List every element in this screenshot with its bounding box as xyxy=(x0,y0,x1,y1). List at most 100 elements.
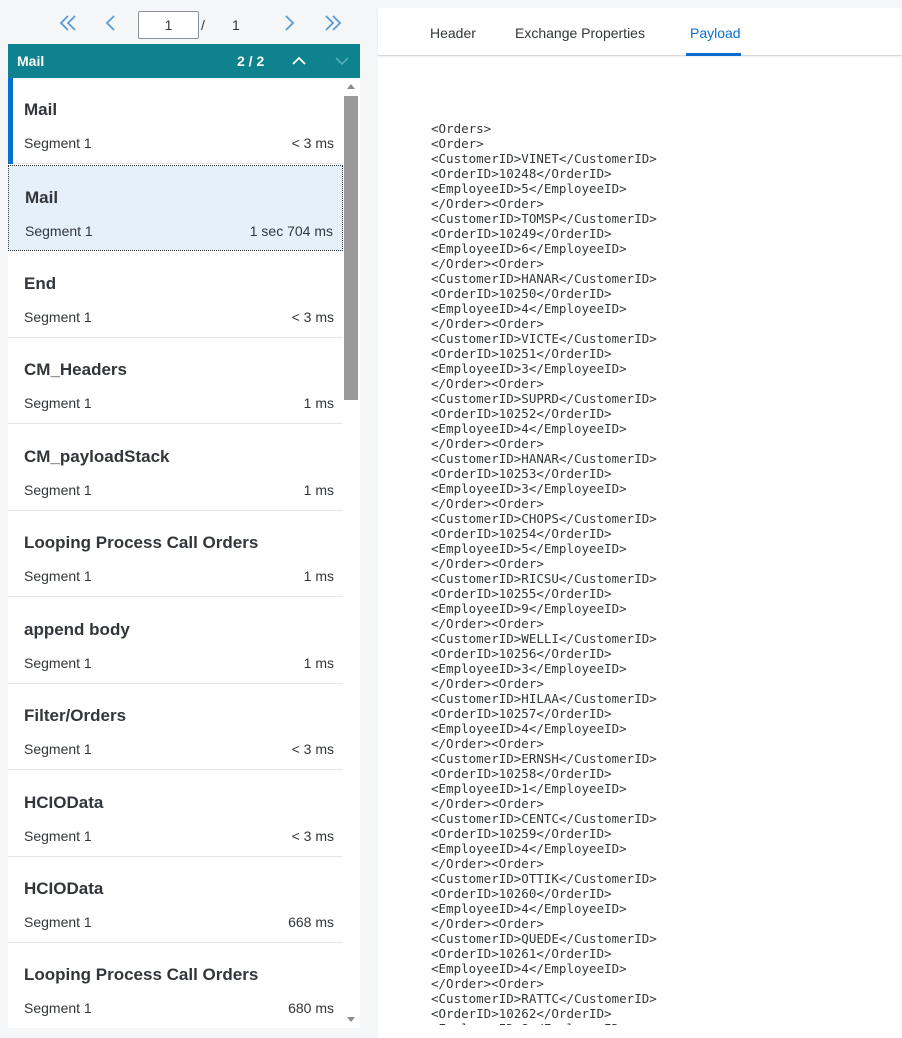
step-duration: < 3 ms xyxy=(291,828,334,844)
payload-line: <OrderID>10251</OrderID> xyxy=(431,346,612,361)
payload-line: <OrderID>10252</OrderID> xyxy=(431,406,612,421)
page-number-input[interactable] xyxy=(138,11,199,39)
payload-line: <EmployeeID>4</EmployeeID> xyxy=(431,961,627,976)
step-title: append body xyxy=(24,620,130,639)
list-item[interactable]: HCIOData Segment 1 < 3 ms xyxy=(8,771,343,857)
list-scrollbar[interactable] xyxy=(343,78,360,1028)
payload-line: <Orders> xyxy=(431,121,492,136)
payload-line: <EmployeeID>4</EmployeeID> xyxy=(431,841,627,856)
payload-line: </Order><Order> xyxy=(431,556,544,571)
scroll-down-arrow-icon[interactable] xyxy=(347,1017,355,1022)
payload-line: </Order><Order> xyxy=(431,196,544,211)
next-page-button[interactable] xyxy=(275,10,303,36)
payload-line: </Order><Order> xyxy=(431,316,544,331)
scroll-up-arrow-icon[interactable] xyxy=(347,84,355,89)
payload-line: </Order><Order> xyxy=(431,976,544,991)
payload-line: <EmployeeID>4</EmployeeID> xyxy=(431,901,627,916)
chevron-right-icon xyxy=(285,15,295,31)
previous-page-button[interactable] xyxy=(97,10,125,36)
step-title: End xyxy=(24,274,57,293)
payload-line: <EmployeeID>5</EmployeeID> xyxy=(431,541,627,556)
step-title: Looping Process Call Orders xyxy=(24,533,259,552)
step-duration: 1 ms xyxy=(303,395,334,411)
payload-line: </Order><Order> xyxy=(431,796,544,811)
step-duration: 668 ms xyxy=(288,914,334,930)
payload-line: </Order><Order> xyxy=(431,616,544,631)
payload-line: <CustomerID>QUEDE</CustomerID> xyxy=(431,931,657,946)
steps-panel: / 1 Mail 2 / 2 Mail Segment 1 < 3 ms Mai… xyxy=(0,0,360,1038)
list-item[interactable]: Looping Process Call Orders Segment 1 1 … xyxy=(8,511,343,597)
adapter-title: Mail xyxy=(17,53,45,69)
payload-line: <Order> xyxy=(431,136,484,151)
payload-line: </Order><Order> xyxy=(431,736,544,751)
step-duration: 1 ms xyxy=(303,655,334,671)
list-item[interactable]: Mail Segment 1 1 sec 704 ms xyxy=(8,165,343,251)
payload-line: <EmployeeID>4</EmployeeID> xyxy=(431,301,627,316)
pagination-bar: / 1 xyxy=(0,0,360,44)
payload-line: <EmployeeID>9</EmployeeID> xyxy=(431,601,627,616)
step-segment: Segment 1 xyxy=(24,828,92,844)
step-title: CM_Headers xyxy=(24,360,127,379)
payload-line: </Order><Order> xyxy=(431,436,544,451)
payload-line: <OrderID>10262</OrderID> xyxy=(431,1006,612,1021)
payload-line: <EmployeeID>3</EmployeeID> xyxy=(431,361,627,376)
step-segment: Segment 1 xyxy=(24,482,92,498)
payload-line: <EmployeeID>3</EmployeeID> xyxy=(431,481,627,496)
step-title: Mail xyxy=(25,188,59,207)
payload-line: <EmployeeID>8</EmployeeID> xyxy=(431,1021,891,1025)
payload-line: <OrderID>10260</OrderID> xyxy=(431,886,612,901)
tab-exchange-properties[interactable]: Exchange Properties xyxy=(515,25,645,41)
payload-line: <OrderID>10255</OrderID> xyxy=(431,586,612,601)
payload-line: <CustomerID>ERNSH</CustomerID> xyxy=(431,751,657,766)
page-separator: / xyxy=(201,17,205,33)
payload-line: <CustomerID>HANAR</CustomerID> xyxy=(431,451,657,466)
step-title: Mail xyxy=(24,100,58,119)
list-item[interactable]: CM_Headers Segment 1 1 ms xyxy=(8,338,343,424)
payload-viewer: <Orders> <Order> <CustomerID>VINET</Custom… xyxy=(431,121,891,1025)
step-duration: < 3 ms xyxy=(291,135,334,151)
scrollbar-thumb[interactable] xyxy=(344,96,358,400)
tab-bar: Header Exchange Properties Payload xyxy=(378,8,902,56)
payload-line: <OrderID>10253</OrderID> xyxy=(431,466,612,481)
step-segment: Segment 1 xyxy=(24,655,92,671)
step-duration: 1 ms xyxy=(303,482,334,498)
tab-header[interactable]: Header xyxy=(430,25,476,41)
payload-line: <OrderID>10258</OrderID> xyxy=(431,766,612,781)
payload-line: <CustomerID>SUPRD</CustomerID> xyxy=(431,391,657,406)
payload-line: <EmployeeID>1</EmployeeID> xyxy=(431,781,627,796)
list-item[interactable]: append body Segment 1 1 ms xyxy=(8,598,343,684)
payload-line: <CustomerID>RATTC</CustomerID> xyxy=(431,991,657,1006)
step-duration: 1 ms xyxy=(303,568,334,584)
payload-line: <CustomerID>WELLI</CustomerID> xyxy=(431,631,657,646)
payload-line: <OrderID>10256</OrderID> xyxy=(431,646,612,661)
list-item[interactable]: HCIOData Segment 1 668 ms xyxy=(8,857,343,943)
message-content-panel: Header Exchange Properties Payload <Orde… xyxy=(378,8,902,1038)
current-item-indicator xyxy=(8,78,13,164)
list-item[interactable]: CM_payloadStack Segment 1 1 ms xyxy=(8,425,343,511)
step-duration: < 3 ms xyxy=(291,309,334,325)
payload-line: <EmployeeID>4</EmployeeID> xyxy=(431,421,627,436)
tab-payload[interactable]: Payload xyxy=(690,25,741,41)
chevron-up-icon[interactable] xyxy=(290,52,308,70)
step-duration: 680 ms xyxy=(288,1000,334,1016)
payload-line: <CustomerID>VINET</CustomerID> xyxy=(431,151,657,166)
step-segment: Segment 1 xyxy=(24,1000,92,1016)
payload-line: </Order><Order> xyxy=(431,376,544,391)
list-item[interactable]: Looping Process Call Orders Segment 1 68… xyxy=(8,943,343,1028)
list-item[interactable]: Mail Segment 1 < 3 ms xyxy=(8,78,343,164)
step-segment: Segment 1 xyxy=(25,223,93,239)
first-page-button[interactable] xyxy=(54,10,82,36)
payload-line: <OrderID>10249</OrderID> xyxy=(431,226,612,241)
page-total: 1 xyxy=(232,17,240,33)
chevron-down-icon[interactable] xyxy=(333,52,351,70)
adapter-header: Mail 2 / 2 xyxy=(8,44,360,78)
list-item[interactable]: Filter/Orders Segment 1 < 3 ms xyxy=(8,684,343,770)
list-item[interactable]: End Segment 1 < 3 ms xyxy=(8,252,343,338)
payload-line: </Order><Order> xyxy=(431,676,544,691)
payload-line: <CustomerID>RICSU</CustomerID> xyxy=(431,571,657,586)
step-segment: Segment 1 xyxy=(24,309,92,325)
double-chevron-left-icon xyxy=(59,15,76,31)
active-tab-indicator xyxy=(686,53,741,56)
last-page-button[interactable] xyxy=(319,10,347,36)
step-title: Looping Process Call Orders xyxy=(24,965,259,984)
